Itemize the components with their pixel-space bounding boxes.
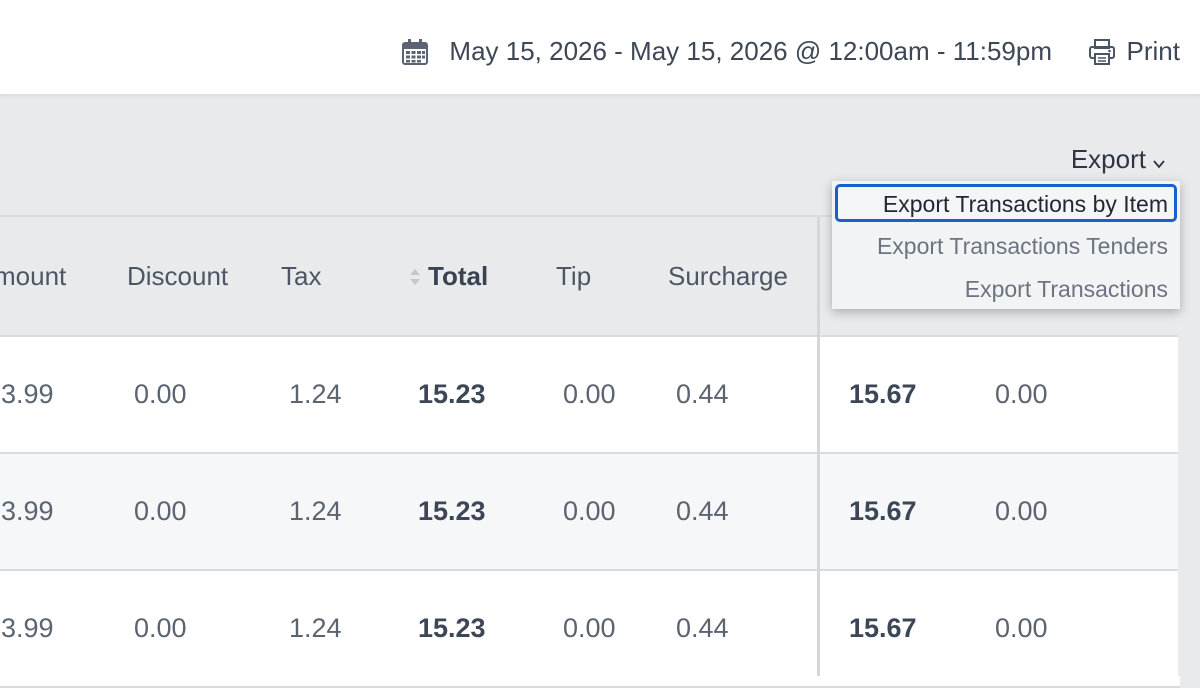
cell-extra: 0.00 xyxy=(995,379,1048,409)
printer-icon xyxy=(1088,38,1115,65)
table-row[interactable]: 13.99 0.00 1.24 15.23 0.00 0.44 15.67 0.… xyxy=(0,571,1180,688)
date-range-picker[interactable]: May 15, 2026 - May 15, 2026 @ 12:00am - … xyxy=(401,36,1052,67)
export-menu-item-tenders[interactable]: Export Transactions Tenders xyxy=(877,233,1168,260)
top-bar: May 15, 2026 - May 15, 2026 @ 12:00am - … xyxy=(0,0,1200,94)
cell-surcharge: 0.44 xyxy=(676,379,729,409)
export-menu: Export Transactions by Item Export Trans… xyxy=(832,181,1180,309)
cell-extra: 0.00 xyxy=(995,496,1048,526)
cell-grand-total: 15.67 xyxy=(849,379,917,409)
cell-discount: 0.00 xyxy=(134,379,187,409)
cell-amount: 13.99 xyxy=(0,613,54,643)
table-row[interactable]: 13.99 0.00 1.24 15.23 0.00 0.44 15.67 0.… xyxy=(0,454,1180,571)
cell-total: 15.23 xyxy=(418,379,486,409)
column-header-tax[interactable]: Tax xyxy=(281,261,321,292)
column-header-amount[interactable]: mount xyxy=(0,261,66,292)
cell-surcharge: 0.44 xyxy=(676,496,729,526)
column-divider xyxy=(817,217,820,676)
cell-tax: 1.24 xyxy=(289,379,342,409)
cell-discount: 0.00 xyxy=(134,496,187,526)
cell-surcharge: 0.44 xyxy=(676,613,729,643)
date-range-text: May 15, 2026 - May 15, 2026 @ 12:00am - … xyxy=(449,36,1052,66)
column-header-total[interactable]: Total xyxy=(408,261,488,292)
column-header-total-label: Total xyxy=(428,261,489,291)
export-menu-item-by-item[interactable]: Export Transactions by Item xyxy=(835,184,1177,222)
export-label: Export xyxy=(1070,144,1146,174)
cell-tip: 0.00 xyxy=(563,496,616,526)
column-header-discount[interactable]: Discount xyxy=(127,261,228,292)
table-right-edge xyxy=(1178,217,1200,676)
export-dropdown-button[interactable]: Export xyxy=(1071,144,1166,175)
chevron-down-icon xyxy=(1153,159,1165,168)
cell-grand-total: 15.67 xyxy=(849,613,917,643)
cell-total: 15.23 xyxy=(418,496,486,526)
cell-amount: 13.99 xyxy=(0,379,54,409)
print-button[interactable]: Print xyxy=(1087,36,1180,67)
cell-discount: 0.00 xyxy=(134,613,187,643)
table-row[interactable]: 13.99 0.00 1.24 15.23 0.00 0.44 15.67 0.… xyxy=(0,337,1180,454)
column-header-surcharge[interactable]: Surcharge xyxy=(668,261,788,292)
cell-tax: 1.24 xyxy=(289,613,342,643)
cell-extra: 0.00 xyxy=(995,613,1048,643)
cell-tip: 0.00 xyxy=(563,613,616,643)
print-label: Print xyxy=(1126,36,1180,66)
column-header-tip[interactable]: Tip xyxy=(556,261,591,292)
cell-tip: 0.00 xyxy=(563,379,616,409)
calendar-icon xyxy=(402,38,429,65)
cell-grand-total: 15.67 xyxy=(849,496,917,526)
export-menu-item-transactions[interactable]: Export Transactions xyxy=(965,276,1168,303)
sort-icon xyxy=(410,269,420,285)
cell-total: 15.23 xyxy=(418,613,486,643)
cell-amount: 13.99 xyxy=(0,496,54,526)
cell-tax: 1.24 xyxy=(289,496,342,526)
